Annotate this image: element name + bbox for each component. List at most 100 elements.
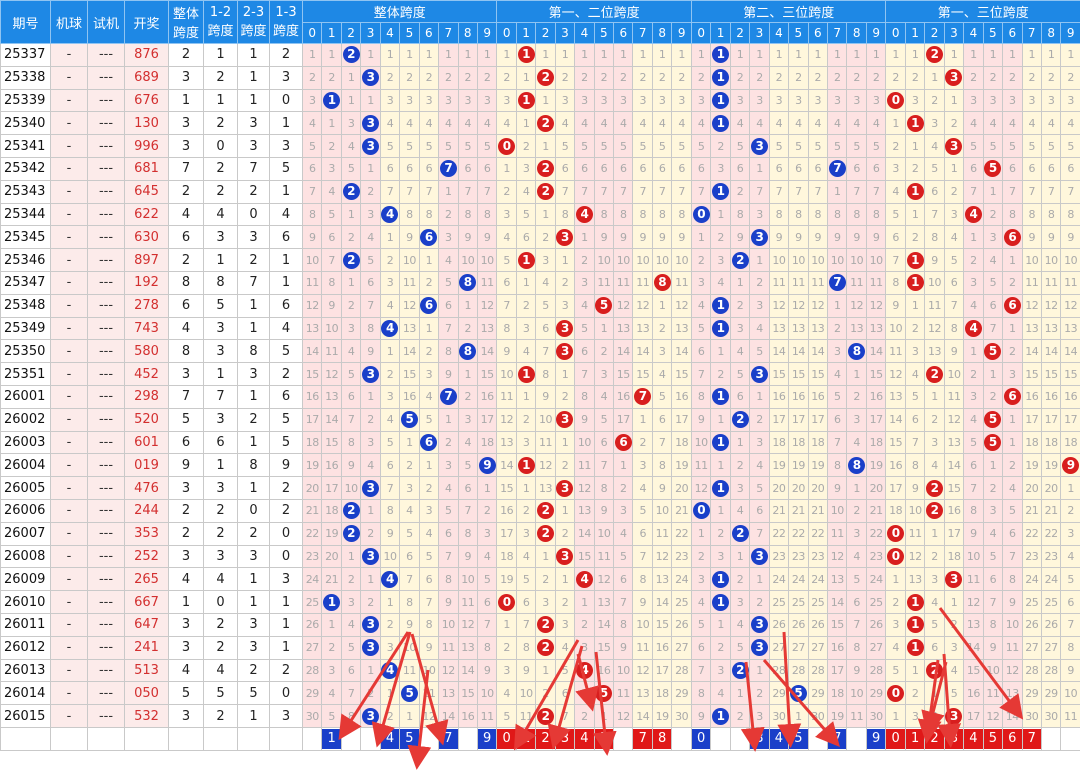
blue-ball: 3 [362, 616, 380, 634]
hit-ball-cell: 1 [710, 43, 731, 67]
skip-cell: 2 [846, 384, 867, 409]
skip-cell: 2 [885, 134, 906, 158]
skip-cell: 8 [865, 202, 887, 227]
skip-cell: 1 [807, 43, 829, 67]
skip-cell: 13 [476, 316, 498, 341]
table-row: 25348- --- 278 6 5 1 6 12 9 2 7 4 12 6 6 1 12 7 2 5 3 4 5 12 12 1… [0, 293, 1080, 318]
skip-cell: 8 [360, 316, 381, 341]
skip-cell: 26 [768, 612, 790, 637]
table-row: 26014- --- 050 5 5 5 0 29 4 7 2 1 5 11 13 15 10 4 10 2 6 1 5 11… [0, 681, 1080, 706]
hit-ball-cell: 1 [904, 270, 926, 295]
span-value-cell: 3 [203, 225, 238, 250]
skip-cell: 6 [924, 179, 945, 204]
skip-cell: 2 [1060, 498, 1080, 523]
skip-cell: 14 [807, 339, 829, 364]
skip-cell: 14 [963, 635, 984, 660]
skip-cell: 18 [943, 544, 965, 569]
digit-header: 3 [554, 22, 576, 44]
skip-cell: 5 [1060, 134, 1080, 158]
skip-cell: 4 [690, 293, 712, 318]
skip-cell: 10 [301, 248, 323, 272]
period-cell: 25341 [0, 134, 51, 158]
skip-cell: 13 [301, 316, 323, 341]
skip-cell: 3 [321, 658, 342, 683]
skip-cell: 4 [943, 658, 965, 683]
period-cell: 25338 [0, 65, 51, 90]
skip-cell: 9 [593, 225, 615, 250]
skip-cell: 13 [574, 498, 595, 523]
skip-cell: 3 [379, 635, 401, 660]
summary-cell: 3 [554, 726, 576, 751]
skip-cell: 2 [340, 225, 362, 250]
skip-cell: 1 [982, 453, 1004, 478]
skip-cell: 2 [904, 681, 926, 706]
draw-cell: 743 [124, 316, 169, 341]
skip-cell: 8 [340, 430, 362, 455]
skip-cell: 3 [1002, 362, 1023, 386]
blue-ball: 3 [750, 228, 768, 246]
skip-cell: 16 [613, 384, 634, 409]
header-draw: 开奖 [124, 0, 169, 44]
skip-cell: 22 [1021, 521, 1042, 546]
hit-ball-cell: 6 [613, 430, 634, 455]
blue-ball: 3 [750, 639, 768, 657]
skip-cell: 10 [1060, 681, 1080, 706]
skip-cell: 10 [982, 658, 1004, 683]
digit-header: 3 [360, 22, 381, 44]
header-group-overall: 整体跨度 [301, 0, 498, 23]
digit-header: 2 [924, 22, 945, 44]
skip-cell: 28 [671, 658, 692, 683]
skip-cell: 2 [593, 339, 615, 364]
skip-cell: 3 [515, 521, 537, 546]
header-group-12: 第一、二位跨度 [496, 0, 692, 23]
skip-cell: 5 [1002, 498, 1023, 523]
skip-cell: 5 [379, 134, 401, 158]
skip-cell: 6 [301, 156, 323, 181]
skip-cell: 12 [671, 293, 692, 318]
skip-cell: 4 [671, 111, 692, 136]
skip-cell: 9 [1002, 590, 1023, 614]
red-ball: 2 [926, 661, 944, 679]
skip-cell: 10 [438, 612, 459, 637]
skip-cell: 2 [379, 612, 401, 637]
skip-cell: 1 [515, 270, 537, 295]
skip-cell: 3 [1021, 88, 1042, 113]
skip-cell: 4 [457, 430, 478, 455]
span-value-cell: 3 [237, 612, 270, 637]
skip-cell: 1 [788, 704, 809, 728]
skip-cell: 27 [807, 635, 829, 660]
skip-cell: 3 [963, 88, 984, 113]
skip-cell: 2 [515, 134, 537, 158]
skip-cell: 5 [574, 316, 595, 341]
blue-ball: 1 [712, 479, 730, 497]
summary-cell: 1 [321, 726, 342, 751]
skip-cell: 5 [729, 362, 751, 386]
skip-cell: 5 [671, 134, 692, 158]
span-value-cell: 2 [168, 498, 204, 523]
blue-ball: 1 [323, 91, 341, 109]
skip-cell: 8 [496, 316, 517, 341]
red-ball: 1 [517, 251, 535, 269]
skip-cell: 10 [1060, 248, 1080, 272]
skip-cell: 3 [690, 567, 712, 592]
skip-cell: 10 [885, 316, 906, 341]
skip-cell: 1 [360, 384, 381, 409]
skip-cell: 13 [826, 567, 848, 592]
skip-cell: 11 [671, 270, 692, 295]
skip-cell: 25 [1021, 590, 1042, 614]
hit-ball-cell: 5 [593, 293, 615, 318]
skip-cell: 10 [593, 521, 615, 546]
ball-cell: - [50, 612, 88, 637]
span-value-cell: 1 [269, 270, 303, 295]
skip-cell: 5 [418, 134, 440, 158]
span-value-cell: 5 [168, 407, 204, 432]
skip-cell: 15 [807, 362, 829, 386]
skip-cell: 11 [574, 453, 595, 478]
skip-cell: 12 [418, 704, 440, 728]
hit-ball-cell: 3 [749, 134, 770, 158]
skip-cell: 1 [749, 658, 770, 683]
skip-cell: 6 [963, 156, 984, 181]
skip-cell: 1 [1021, 43, 1042, 67]
digit-header: 9 [1060, 22, 1080, 44]
skip-cell: 11 [515, 704, 537, 728]
